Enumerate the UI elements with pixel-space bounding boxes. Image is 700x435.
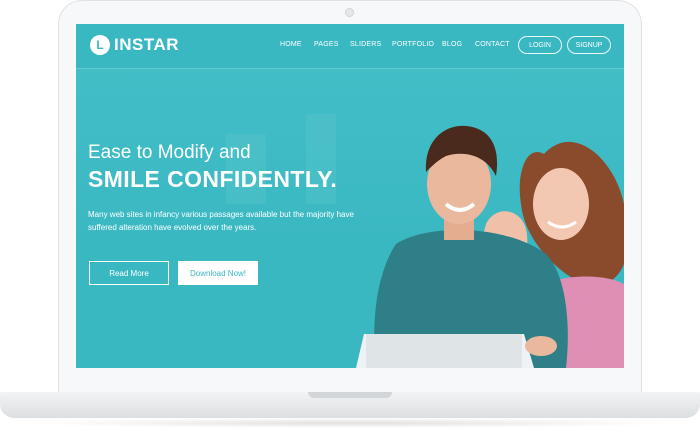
nav-sliders[interactable]: SLIDERS xyxy=(350,41,381,48)
read-more-button[interactable]: Read More xyxy=(89,261,169,285)
login-button[interactable]: LOGIN xyxy=(518,36,562,54)
laptop-mockup: L INSTAR HOME PAGES SLIDERS PORTFOLIO BL… xyxy=(0,0,700,435)
hero-couple-photo xyxy=(356,125,624,368)
nav-portfolio[interactable]: PORTFOLIO xyxy=(392,41,434,48)
nav-blog[interactable]: BLOG xyxy=(442,41,462,48)
nav-pages[interactable]: PAGES xyxy=(314,41,339,48)
website-screen: L INSTAR HOME PAGES SLIDERS PORTFOLIO BL… xyxy=(76,24,624,368)
top-navbar: L INSTAR HOME PAGES SLIDERS PORTFOLIO BL… xyxy=(76,24,624,69)
brand-logo[interactable]: L INSTAR xyxy=(90,35,179,55)
logo-text: INSTAR xyxy=(114,35,180,54)
nav-home[interactable]: HOME xyxy=(280,41,302,48)
hero-subheading: Ease to Modify and xyxy=(88,142,251,163)
nav-contact[interactable]: CONTACT xyxy=(475,41,510,48)
hero-description: Many web sites in infancy various passag… xyxy=(88,210,354,232)
download-now-button[interactable]: Download Now! xyxy=(178,261,258,285)
signup-button[interactable]: SIGNUP xyxy=(567,36,611,54)
logo-icon: L xyxy=(90,35,110,55)
webcam-icon xyxy=(345,8,354,17)
laptop-shadow xyxy=(20,418,680,428)
laptop-opening-notch xyxy=(308,392,392,398)
hero-heading: SMILE CONFIDENTLY. xyxy=(88,166,338,192)
